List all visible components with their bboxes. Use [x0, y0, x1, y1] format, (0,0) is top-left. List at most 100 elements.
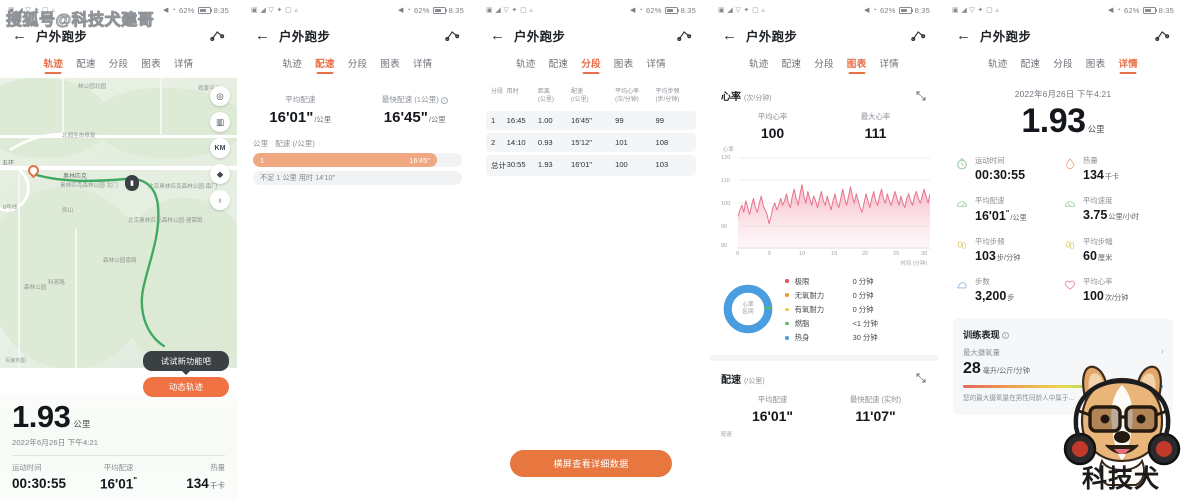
share-icon[interactable] — [675, 27, 692, 44]
tab-pace[interactable]: 配速 — [315, 56, 335, 74]
cell-avg-cadence: 108 — [655, 138, 669, 148]
speedometer-icon — [956, 201, 968, 207]
landscape-detail-button[interactable]: 横屏查看详细数据 — [510, 450, 672, 477]
cell-avg-cadence: 99 — [655, 116, 664, 126]
metric-value: 134 — [1083, 168, 1104, 182]
zone-time: <1 分钟 — [852, 319, 878, 329]
tab-segments[interactable]: 分段 — [814, 56, 834, 74]
tab-charts[interactable]: 图表 — [141, 56, 161, 74]
sohu-watermark: 搜狐号@科技犬建哥 — [6, 12, 155, 30]
zone-color-dot — [785, 293, 789, 298]
battery-percent: 62% — [413, 5, 430, 15]
layers-stack-icon[interactable]: ◆ — [210, 164, 230, 184]
expand-icon[interactable] — [915, 90, 927, 102]
fastest-pace-value: 11'07" — [855, 407, 896, 424]
tab-segments[interactable]: 分段 — [348, 56, 368, 74]
tab-pace[interactable]: 配速 — [782, 56, 802, 74]
share-icon[interactable] — [208, 27, 225, 44]
metric-label: 运动时间 — [975, 156, 1005, 165]
th-time: 用时 — [506, 89, 519, 95]
vpn-icon: ▵ — [761, 6, 766, 14]
avg-pace-block: 平均配速 16'01"/公里 — [243, 94, 358, 126]
tab-charts[interactable]: 图表 — [380, 56, 400, 74]
cell-avg-hr: 99 — [615, 116, 624, 126]
share-icon[interactable] — [1153, 27, 1170, 44]
info-icon[interactable]: i — [1001, 332, 1009, 340]
zone-row: 极限 0 分钟 — [785, 274, 927, 288]
locate-icon[interactable]: ◎ — [210, 86, 230, 106]
hr-xtick: 20 — [862, 251, 869, 257]
metrics-grid: 运动时间 00:30:55 热量 134千卡 平均配速 16'01"/公里 平均… — [944, 155, 1182, 316]
tab-segments[interactable]: 分段 — [581, 56, 601, 74]
tab-segments[interactable]: 分段 — [1053, 56, 1073, 74]
tab-details[interactable]: 详情 — [646, 56, 666, 74]
fastest-pace-block: 最快配速 (1公里) i 16'45"/公里 — [358, 94, 473, 126]
tab-pace[interactable]: 配速 — [76, 56, 96, 74]
status-bar: ▣ ◢ ▽ ✦ ▢ ▵ ◀ ◔ 62% 8:35 — [243, 0, 472, 20]
shoe-icon — [957, 282, 967, 289]
share-icon[interactable] — [909, 27, 926, 44]
hr-xtick: 5 — [768, 251, 772, 257]
map-attribution: 百度地图 — [5, 358, 26, 364]
sim-icon: ▣ — [952, 6, 959, 14]
heart-rate-stats: 平均心率 100 最大心率 111 — [721, 111, 927, 141]
tab-track[interactable]: 轨迹 — [749, 56, 769, 74]
zone-name: 极限 — [794, 276, 810, 286]
tab-pace[interactable]: 配速 — [549, 56, 569, 74]
tab-details[interactable]: 详情 — [413, 56, 433, 74]
heart-rate-zones: 心率 区间 极限 0 分钟 无氧耐力 0 分钟 有氧耐力 0 分钟 燃脂 <1 … — [710, 268, 938, 355]
cell-distance: 1.00 — [537, 116, 553, 126]
col-pace: 配速 (/公里) — [275, 139, 315, 148]
avg-pace-unit: /公里 — [314, 115, 332, 124]
battery-icon — [898, 6, 914, 14]
map-label: 林公园北园 — [78, 84, 106, 90]
gauge-icon — [1064, 201, 1076, 207]
cell-time: 14:10 — [506, 138, 526, 148]
wifi-icon: ▽ — [969, 6, 976, 14]
run-datetime: 2022年6月26日 下午4:21 — [12, 438, 99, 447]
metric-avg-hr: 平均心率 100次/分钟 — [1063, 276, 1171, 303]
map-view[interactable]: ▮ 林公园北园 观景平台 北园生态修复 五环 奥林匹克 奥林匹克森林公园·北门 … — [0, 78, 237, 368]
tab-charts[interactable]: 图表 — [614, 56, 634, 74]
tab-track[interactable]: 轨迹 — [44, 56, 64, 74]
heart-rate-chart: 心率 120 110 100 90 80 0 5 10 15 20 25 30 … — [721, 147, 930, 267]
tab-pace[interactable]: 配速 — [1021, 56, 1041, 74]
tab-track[interactable]: 轨迹 — [988, 56, 1008, 74]
stat-label: 运动时间 — [12, 463, 42, 472]
cell-avg-cadence: 103 — [655, 160, 669, 170]
back-arrow-icon[interactable]: ← — [722, 28, 737, 43]
fastest-pace-block: 最快配速 (实时) 11'07" — [824, 394, 927, 424]
back-arrow-icon[interactable]: ← — [490, 28, 505, 43]
cell-avg-hr: 101 — [615, 138, 628, 148]
tab-details[interactable]: 详情 — [1118, 56, 1138, 74]
tab-track[interactable]: 轨迹 — [516, 56, 536, 74]
km-icon[interactable]: KM — [210, 138, 230, 158]
info-icon[interactable]: i — [440, 96, 448, 104]
tab-charts[interactable]: 图表 — [1086, 56, 1106, 74]
tab-segments[interactable]: 分段 — [109, 56, 129, 74]
route-3d-icon[interactable]: ♁ — [210, 190, 230, 210]
tab-charts[interactable]: 图表 — [847, 56, 867, 74]
end-marker: ▮ — [125, 175, 139, 191]
back-arrow-icon[interactable]: ← — [956, 28, 971, 43]
expand-icon[interactable] — [915, 372, 927, 384]
metric-value: 16'01 — [975, 209, 1006, 224]
status-icons-right: ◀ ◔ 62% 8:35 — [398, 6, 464, 15]
tab-track[interactable]: 轨迹 — [283, 56, 303, 74]
share-icon[interactable] — [443, 27, 460, 44]
cell-pace: 16'01" — [570, 160, 593, 170]
back-arrow-icon[interactable]: ← — [255, 28, 270, 43]
metric-unit: 厘米 — [1097, 253, 1113, 263]
heart-rate-header: 心率 (次/分钟) — [721, 88, 927, 103]
map-layers-icon[interactable]: ▥ — [210, 112, 230, 132]
stat-value: 00:30:55 — [12, 475, 67, 491]
tab-details[interactable]: 详情 — [174, 56, 194, 74]
divider — [12, 455, 225, 456]
dynamic-track-button[interactable]: 动态轨迹 — [143, 377, 229, 397]
tab-details[interactable]: 详情 — [879, 56, 899, 74]
battery-percent: 62% — [879, 5, 896, 15]
hr-ytick: 110 — [721, 178, 730, 184]
battery-percent: 62% — [178, 5, 195, 15]
stat-label: 平均配速 — [103, 463, 134, 472]
battery-icon — [664, 6, 680, 14]
